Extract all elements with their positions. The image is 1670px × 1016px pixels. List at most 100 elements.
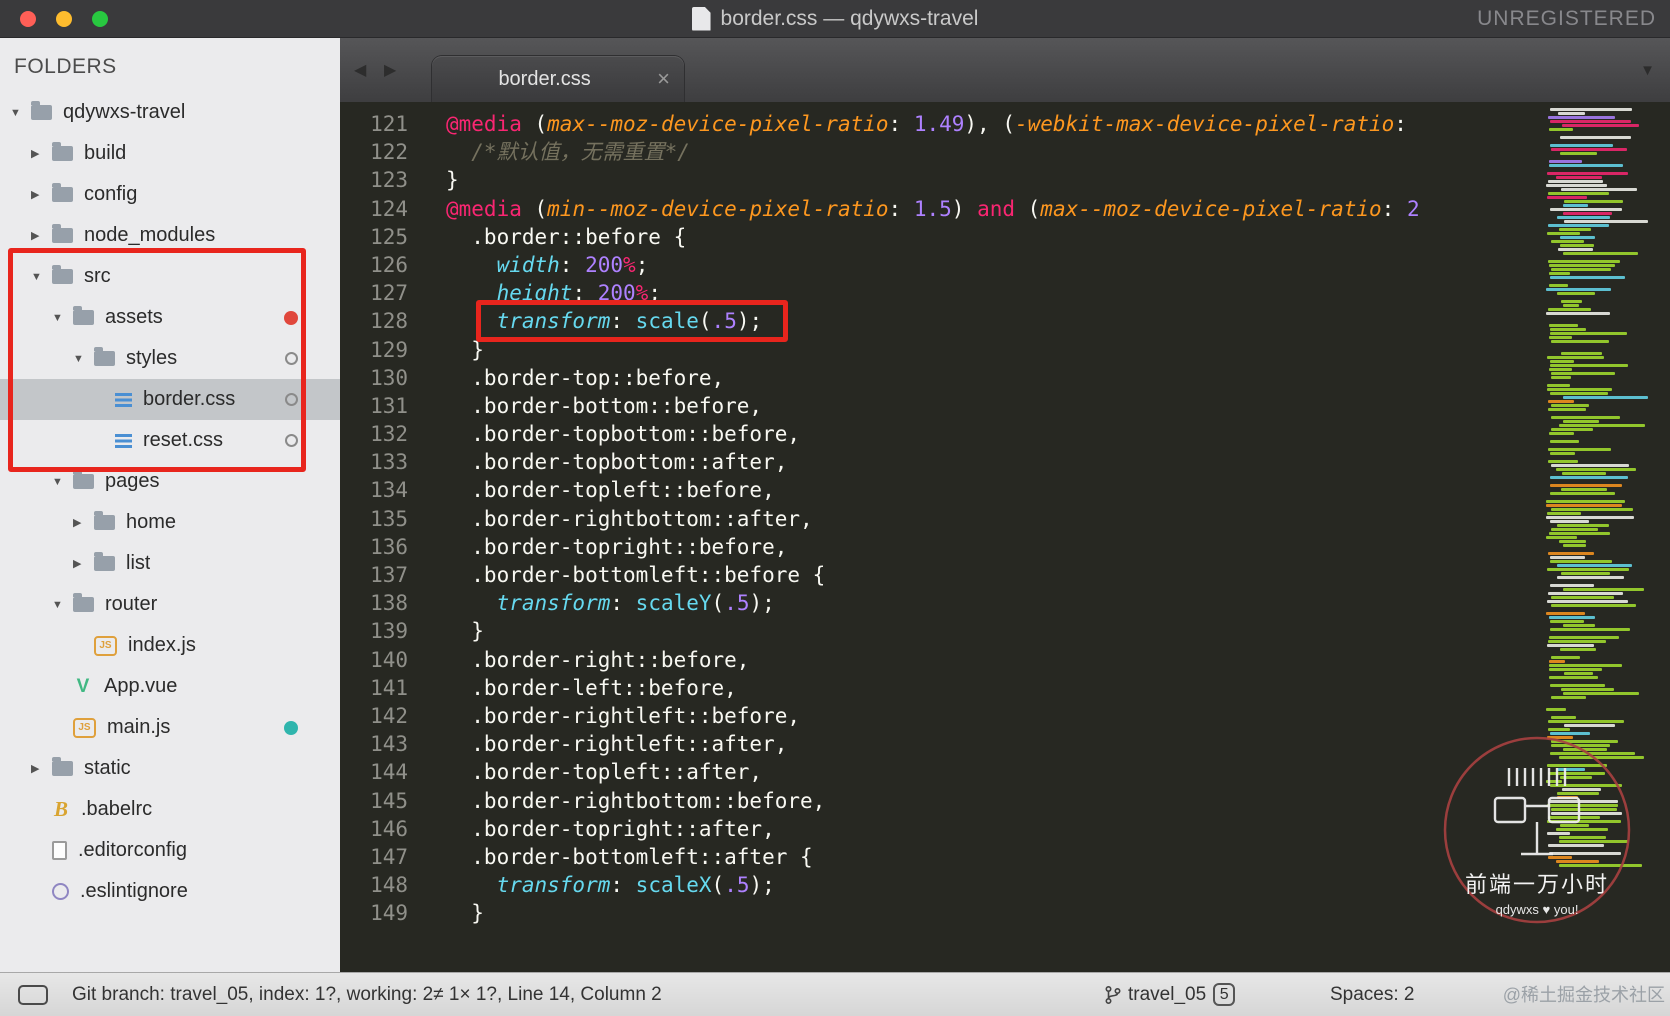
collapsed-arrow-icon[interactable]: ▶ — [73, 516, 94, 529]
sidebar-item-editorconfig[interactable]: .editorconfig — [0, 830, 340, 871]
code-editor[interactable]: 121 @media (max--moz-device-pixel-ratio: … — [340, 102, 1670, 972]
minimap-line — [1550, 476, 1628, 479]
code-text[interactable]: .border-topright::after, — [408, 815, 774, 843]
expanded-arrow-icon[interactable]: ▼ — [10, 107, 31, 119]
sidebar-item-label: .editorconfig — [78, 839, 187, 861]
title-bar: border.css — qdywxs-travel UNREGISTERED — [0, 0, 1670, 38]
minimap-line — [1560, 648, 1596, 651]
minimap-line — [1549, 668, 1602, 671]
collapsed-arrow-icon[interactable]: ▶ — [73, 557, 94, 570]
sidebar-item-app-vue[interactable]: V App.vue — [0, 666, 340, 707]
expanded-arrow-icon[interactable]: ▼ — [73, 353, 94, 365]
line-number: 129 — [370, 337, 408, 362]
folder-icon — [73, 593, 94, 612]
minimap-line — [1550, 440, 1579, 443]
code-text[interactable]: width: 200%; — [408, 251, 649, 279]
minimap-line — [1550, 332, 1627, 335]
code-text[interactable]: .border-left::before, — [408, 674, 737, 702]
sidebar-item-static[interactable]: ▶ static — [0, 748, 340, 789]
sidebar-item-border-css[interactable]: border.css — [0, 379, 340, 420]
sidebar-item-qdywxs-travel[interactable]: ▼ qdywxs-travel — [0, 92, 340, 133]
collapsed-arrow-icon[interactable]: ▶ — [31, 229, 52, 242]
code-line: 128 transform: scale(.5); — [340, 307, 1670, 335]
sidebar-item-home[interactable]: ▶ home — [0, 502, 340, 543]
expanded-arrow-icon[interactable]: ▼ — [52, 312, 73, 324]
code-line: 130 .border-top::before, — [340, 364, 1670, 392]
code-text[interactable]: .border-topbottom::before, — [408, 420, 800, 448]
code-text[interactable]: .border-top::before, — [408, 364, 724, 392]
code-text[interactable]: .border-rightbottom::before, — [408, 787, 825, 815]
sidebar-item-index-js[interactable]: JS index.js — [0, 625, 340, 666]
tab-overflow-dropdown-icon[interactable]: ▼ — [1640, 62, 1655, 79]
code-text[interactable]: .border-rightleft::before, — [408, 702, 800, 730]
minimap-line — [1551, 604, 1636, 607]
code-text[interactable]: .border-bottom::before, — [408, 392, 762, 420]
code-text[interactable]: height: 200%; — [408, 279, 661, 307]
sidebar-item-label: router — [105, 593, 158, 615]
sidebar-item-assets[interactable]: ▼ assets — [0, 297, 340, 338]
expanded-arrow-icon[interactable]: ▼ — [31, 271, 52, 283]
git-branch-control[interactable]: travel_05 5 — [1105, 973, 1236, 1016]
code-text[interactable]: .border-topleft::before, — [408, 476, 774, 504]
code-text[interactable]: @media (max--moz-device-pixel-ratio: 1.4… — [408, 110, 1407, 138]
sidebar-item-src[interactable]: ▼ src — [0, 256, 340, 297]
eslint-file-icon — [52, 883, 69, 900]
collapsed-arrow-icon[interactable]: ▶ — [31, 147, 52, 160]
sidebar-item-reset-css[interactable]: reset.css — [0, 420, 340, 461]
line-number: 132 — [370, 422, 408, 447]
sidebar-item-eslintignore[interactable]: .eslintignore — [0, 871, 340, 912]
minimap-line — [1563, 204, 1588, 207]
line-number: 128 — [370, 309, 408, 334]
back-arrow-icon[interactable]: ◀ — [354, 60, 366, 80]
window-status-icon — [18, 985, 48, 1005]
code-text[interactable]: .border-topright::before, — [408, 533, 787, 561]
code-text[interactable]: /*默认值，无需重置*/ — [408, 138, 690, 166]
sidebar-item-node-modules[interactable]: ▶ node_modules — [0, 215, 340, 256]
sidebar-item-babelrc[interactable]: B .babelrc — [0, 789, 340, 830]
code-text[interactable]: transform: scaleX(.5); — [408, 871, 775, 899]
sidebar-item-styles[interactable]: ▼ styles — [0, 338, 340, 379]
minimap-line — [1549, 432, 1574, 435]
forward-arrow-icon[interactable]: ▶ — [384, 60, 396, 80]
minimap-line — [1550, 492, 1615, 495]
code-text[interactable]: transform: scale(.5); — [408, 307, 763, 335]
minimap-line — [1548, 592, 1623, 595]
sidebar-item-config[interactable]: ▶ config — [0, 174, 340, 215]
code-text[interactable]: transform: scaleY(.5); — [408, 589, 775, 617]
collapsed-arrow-icon[interactable]: ▶ — [31, 762, 52, 775]
code-text[interactable]: .border-rightleft::after, — [408, 730, 787, 758]
minimap-line — [1558, 248, 1593, 251]
minimap-line — [1546, 184, 1607, 187]
sidebar-item-list[interactable]: ▶ list — [0, 543, 340, 584]
expanded-arrow-icon[interactable]: ▼ — [52, 476, 73, 488]
code-text[interactable]: .border-rightbottom::after, — [408, 505, 812, 533]
minimap-line — [1548, 448, 1611, 451]
code-text[interactable]: } — [408, 336, 484, 364]
sidebar-item-pages[interactable]: ▼ pages — [0, 461, 340, 502]
minimap-line — [1550, 560, 1612, 563]
spaces-indicator[interactable]: Spaces: 2 — [1330, 973, 1415, 1016]
tab-close-icon[interactable]: × — [657, 68, 670, 90]
expanded-arrow-icon[interactable]: ▼ — [52, 599, 73, 611]
tab-bar: ◀ ▶ border.css × ▼ — [340, 38, 1670, 102]
minimap-line — [1551, 528, 1598, 531]
collapsed-arrow-icon[interactable]: ▶ — [31, 188, 52, 201]
sidebar-item-build[interactable]: ▶ build — [0, 133, 340, 174]
code-text[interactable]: .border-right::before, — [408, 646, 749, 674]
sidebar-item-label: node_modules — [84, 224, 216, 246]
sidebar-item-router[interactable]: ▼ router — [0, 584, 340, 625]
unregistered-label: UNREGISTERED — [1477, 6, 1656, 30]
code-text[interactable]: } — [408, 617, 484, 645]
code-text[interactable]: .border::before { — [408, 223, 686, 251]
tab-border-css[interactable]: border.css × — [432, 56, 684, 102]
line-number: 146 — [370, 816, 408, 841]
sidebar-item-main-js[interactable]: JS main.js — [0, 707, 340, 748]
code-text[interactable]: } — [408, 166, 459, 194]
code-text[interactable]: .border-topbottom::after, — [408, 448, 787, 476]
code-text[interactable]: @media (min--moz-device-pixel-ratio: 1.5… — [408, 195, 1420, 223]
code-text[interactable]: .border-topleft::after, — [408, 758, 762, 786]
code-text[interactable]: .border-bottomleft::after { — [408, 843, 812, 871]
code-text[interactable]: .border-bottomleft::before { — [408, 561, 825, 589]
code-text[interactable]: } — [408, 899, 484, 927]
minimap-line — [1547, 384, 1570, 387]
